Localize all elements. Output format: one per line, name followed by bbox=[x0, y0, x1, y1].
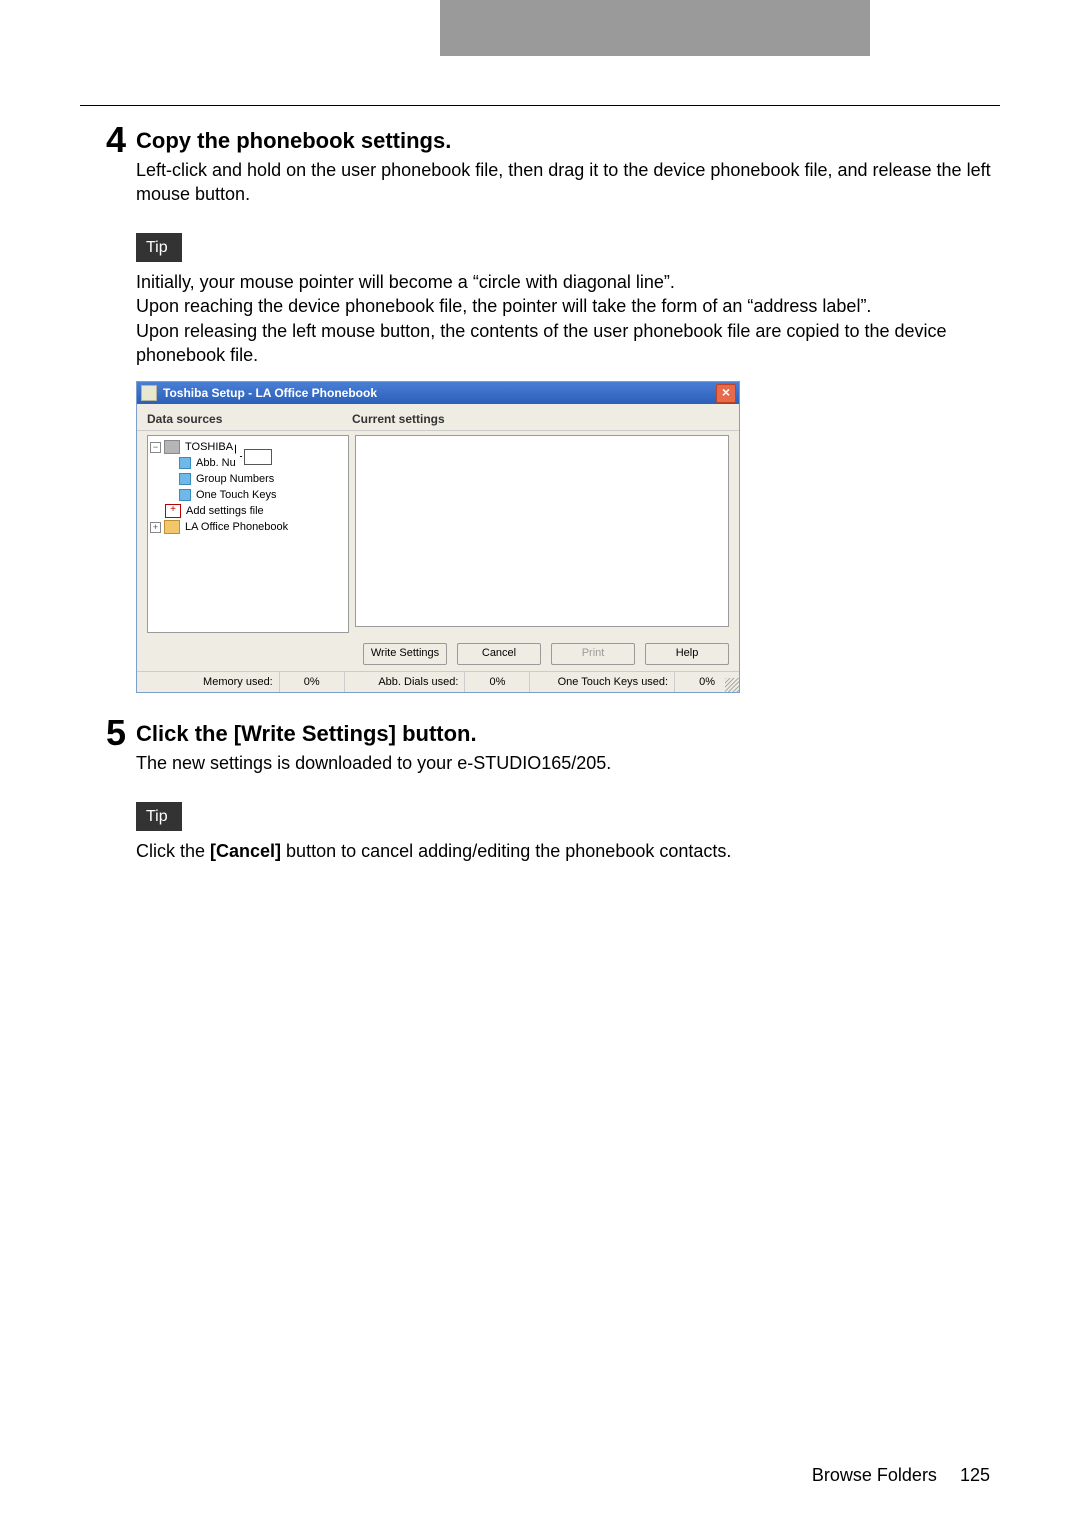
tree-folder[interactable]: LA Office Phonebook bbox=[183, 521, 288, 533]
cancel-button[interactable]: Cancel bbox=[457, 643, 541, 665]
tip-cancel-bold: [Cancel] bbox=[210, 841, 281, 861]
memory-used-label: Memory used: bbox=[137, 672, 280, 692]
close-icon[interactable]: × bbox=[716, 384, 736, 403]
horizontal-rule bbox=[80, 105, 1000, 106]
step-5-text: The new settings is downloaded to your e… bbox=[136, 751, 1000, 775]
tip-label: Tip bbox=[136, 233, 182, 263]
tree-expand-icon[interactable]: + bbox=[150, 522, 161, 533]
step-5-tip-line1: Click the [Cancel] button to cancel addi… bbox=[136, 839, 1000, 863]
abb-dials-value: 0% bbox=[465, 672, 530, 692]
status-bar: Memory used: 0% Abb. Dials used: 0% One … bbox=[137, 671, 739, 692]
leaf-icon bbox=[179, 473, 191, 485]
step-4-tip-line2: Upon reaching the device phonebook file,… bbox=[136, 294, 1000, 318]
button-row: Write Settings Cancel Print Help bbox=[137, 639, 739, 671]
help-button[interactable]: Help bbox=[645, 643, 729, 665]
step-number-4: 4 bbox=[80, 122, 136, 158]
header-tab-strip bbox=[0, 0, 1080, 60]
pane-headers: Data sources Current settings bbox=[137, 404, 739, 430]
footer-page-number: 125 bbox=[960, 1465, 990, 1485]
abb-dials-label: Abb. Dials used: bbox=[345, 672, 466, 692]
print-button: Print bbox=[551, 643, 635, 665]
step-4-tip-line3: Upon releasing the left mouse button, th… bbox=[136, 319, 1000, 368]
folder-icon bbox=[164, 520, 180, 534]
phonebook-window: Toshiba Setup - LA Office Phonebook × Da… bbox=[136, 381, 740, 693]
step-5-title: Click the [Write Settings] button. bbox=[136, 721, 1000, 747]
step-number-5: 5 bbox=[80, 715, 136, 751]
step-4-tip-line1: Initially, your mouse pointer will becom… bbox=[136, 270, 1000, 294]
tree-abb[interactable]: Abb. Nu bbox=[194, 457, 236, 469]
data-sources-header: Data sources bbox=[147, 412, 352, 426]
leaf-icon bbox=[179, 489, 191, 501]
data-sources-tree[interactable]: − TOSHIBA Abb. Nu Group Numbers One Touc… bbox=[147, 435, 349, 633]
current-settings-pane bbox=[355, 435, 729, 627]
tree-add[interactable]: Add settings file bbox=[184, 505, 264, 517]
tree-collapse-icon[interactable]: − bbox=[150, 442, 161, 453]
otk-used-label: One Touch Keys used: bbox=[530, 672, 675, 692]
step-4-text: Left-click and hold on the user phoneboo… bbox=[136, 158, 1000, 207]
tip-text-part: button to cancel adding/editing the phon… bbox=[281, 841, 731, 861]
tree-root[interactable]: TOSHIBA bbox=[183, 441, 233, 453]
step-4: 4 Copy the phonebook settings. Left-clic… bbox=[80, 126, 1000, 207]
leaf-icon bbox=[179, 457, 191, 469]
header-gray-block bbox=[440, 0, 870, 56]
footer-section: Browse Folders bbox=[812, 1465, 937, 1485]
step-4-title: Copy the phonebook settings. bbox=[136, 128, 1000, 154]
memory-used-value: 0% bbox=[280, 672, 345, 692]
window-title-text: Toshiba Setup - LA Office Phonebook bbox=[163, 386, 377, 400]
window-titlebar: Toshiba Setup - LA Office Phonebook × bbox=[137, 382, 739, 404]
window-app-icon bbox=[141, 385, 157, 401]
current-settings-header: Current settings bbox=[352, 412, 445, 426]
write-settings-button[interactable]: Write Settings bbox=[363, 643, 447, 665]
add-file-icon bbox=[165, 504, 181, 518]
resize-grip-icon[interactable] bbox=[725, 678, 739, 692]
step-5: 5 Click the [Write Settings] button. The… bbox=[80, 719, 1000, 775]
tree-otk[interactable]: One Touch Keys bbox=[194, 489, 277, 501]
tip-label: Tip bbox=[136, 802, 182, 832]
tree-group[interactable]: Group Numbers bbox=[194, 473, 274, 485]
device-icon bbox=[164, 440, 180, 454]
page-footer: Browse Folders 125 bbox=[812, 1465, 990, 1486]
tip-text-part: Click the bbox=[136, 841, 210, 861]
